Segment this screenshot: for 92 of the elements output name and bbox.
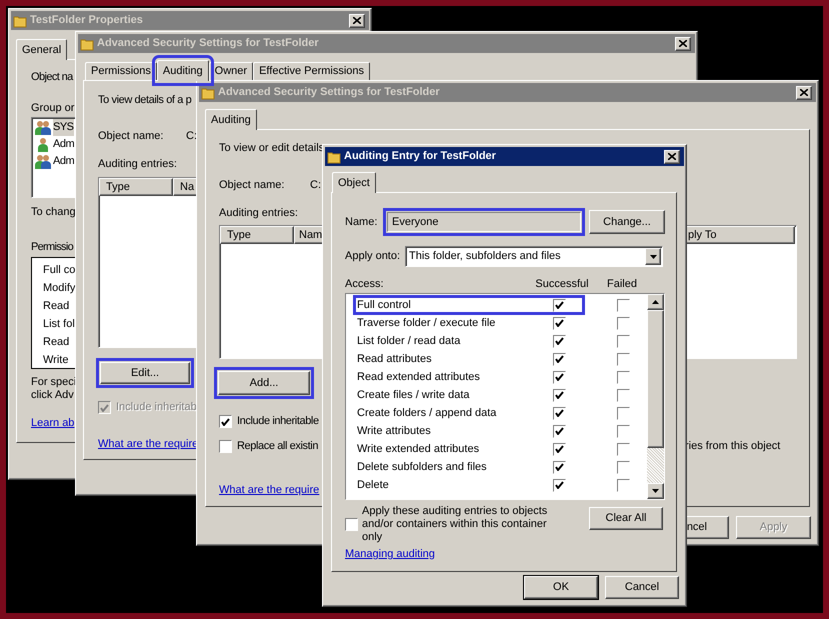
add-button[interactable]: Add...	[218, 371, 310, 395]
checkbox[interactable]	[219, 440, 232, 453]
successful-checkbox[interactable]	[552, 298, 566, 312]
checkbox-label: Apply these auditing entries to objects and/or containers within this container only	[362, 505, 548, 544]
label: Object na	[31, 71, 73, 84]
window-title: Advanced Security Settings for TestFolder	[97, 36, 319, 52]
permission-name: Read attributes	[356, 352, 433, 366]
label: Auditing entries:	[98, 158, 177, 171]
users-icon	[35, 154, 51, 169]
help-link[interactable]: Learn ab	[31, 417, 74, 430]
close-button[interactable]	[796, 86, 812, 100]
list-item[interactable]: SYS	[53, 119, 74, 136]
label: C:	[186, 130, 197, 143]
close-icon	[668, 153, 676, 160]
permission-name: Delete	[356, 478, 390, 492]
folder-icon	[13, 14, 27, 28]
column-header[interactable]: Type	[99, 178, 173, 196]
dialog-button[interactable]: OK	[524, 576, 598, 599]
folder-icon	[327, 150, 341, 164]
down-arrow-icon	[652, 489, 660, 493]
close-button[interactable]	[675, 36, 691, 50]
help-link[interactable]: What are the require	[219, 484, 320, 497]
scroll-up-button[interactable]	[647, 294, 664, 310]
edit-button[interactable]: Edit...	[100, 362, 190, 384]
scroll-down-button[interactable]	[647, 483, 664, 499]
close-icon	[800, 89, 808, 96]
permission-name: Modify	[43, 281, 76, 296]
tab[interactable]: Object	[332, 172, 376, 193]
label: Apply onto:	[345, 250, 402, 263]
folder-icon	[80, 36, 94, 50]
close-icon	[679, 40, 687, 47]
checkbox[interactable]	[219, 415, 232, 428]
label: click Adv	[31, 389, 74, 402]
permission-name: Write	[43, 353, 68, 368]
permission-name: Write attributes	[356, 424, 432, 438]
permission-name: Delete subfolders and files	[356, 460, 488, 474]
close-button[interactable]	[664, 150, 680, 164]
label: To view details of a p	[98, 94, 192, 107]
label: Object name:	[98, 130, 164, 143]
column-header[interactable]: ply To	[685, 226, 795, 244]
name-field[interactable]: Everyone	[387, 212, 581, 232]
permission-name: Read extended attributes	[356, 370, 481, 384]
permission-name: Write extended attributes	[356, 442, 480, 456]
tab[interactable]: Auditing	[205, 109, 257, 130]
list-item[interactable]: Adm	[53, 153, 74, 170]
scroll-thumb[interactable]	[647, 310, 664, 448]
label: C:	[310, 179, 321, 192]
label: Access:	[345, 278, 385, 291]
permission-name: Full control	[356, 298, 412, 312]
permission-name: List fol	[43, 317, 75, 332]
permission-name: List folder / read data	[356, 334, 462, 348]
window-title: Auditing Entry for TestFolder	[344, 149, 496, 164]
label: Replace all existin	[237, 440, 318, 453]
permission-name: Full co	[43, 263, 76, 278]
permission-name: Read	[43, 335, 70, 350]
label: Name:	[345, 216, 378, 228]
tab[interactable]: Effective Permissions	[253, 62, 370, 80]
window-title: TestFolder Properties	[30, 13, 143, 28]
permission-name: Create files / write data	[356, 388, 470, 402]
caret-icon	[650, 254, 656, 258]
list-item[interactable]: Adm	[53, 136, 74, 153]
label: Include inheritab	[116, 401, 197, 414]
tab[interactable]: General	[16, 39, 68, 60]
users-icon	[35, 120, 51, 135]
window-title: Advanced Security Settings for TestFolder	[218, 85, 440, 100]
label: Group or	[31, 102, 74, 115]
dialog-button[interactable]: Cancel	[605, 576, 679, 599]
permission-name: Read	[43, 299, 70, 314]
help-link[interactable]: Managing auditing	[345, 548, 435, 561]
permission-name: Traverse folder / execute file	[356, 316, 496, 330]
label: Permissio	[31, 241, 73, 254]
up-arrow-icon	[652, 300, 660, 304]
label: To chang	[31, 206, 76, 219]
column-header: Successful	[535, 278, 589, 291]
column-header: Failed	[607, 278, 637, 291]
label: Auditing entries:	[219, 207, 298, 220]
label: Include inheritable	[237, 415, 319, 428]
dropdown-arrow-button[interactable]	[645, 248, 661, 265]
label: Object name:	[219, 179, 286, 192]
close-icon	[353, 17, 361, 24]
checkbox[interactable]	[345, 518, 358, 531]
close-button[interactable]	[349, 14, 365, 28]
user-icon	[35, 137, 51, 152]
column-header[interactable]: Type	[220, 226, 294, 244]
folder-icon	[201, 86, 215, 100]
change-button[interactable]: Change...	[589, 210, 665, 234]
vertical-scrollbar[interactable]	[647, 294, 664, 499]
permission-name: Create folders / append data	[356, 406, 498, 420]
tab[interactable]: Owner	[208, 62, 254, 80]
apply-onto-dropdown[interactable]: This folder, subfolders and files	[405, 246, 663, 267]
clear-all-button[interactable]: Clear All	[589, 507, 663, 530]
tab[interactable]: Permissions	[85, 62, 157, 80]
